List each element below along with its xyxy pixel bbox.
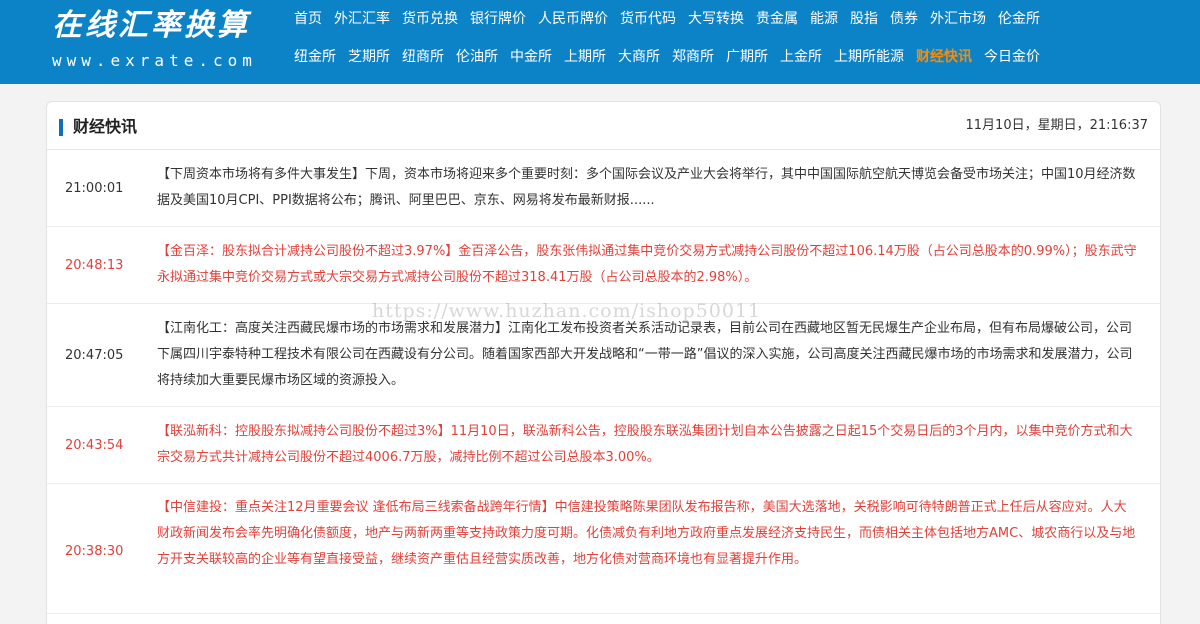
- nav-link[interactable]: 首页: [294, 8, 322, 30]
- logo-domain-text: www.exrate.com: [52, 51, 257, 70]
- nav-link[interactable]: 债券: [890, 8, 918, 30]
- nav-link[interactable]: 郑商所: [672, 46, 714, 68]
- news-item: 20:47:05 【江南化工：高度关注西藏民爆市场的市场需求和发展潜力】江南化工…: [47, 304, 1160, 407]
- news-time: 20:38:30: [65, 544, 124, 559]
- news-item: 20:43:54 【联泓新科：控股股东拟减持公司股份不超过3%】11月10日，联…: [47, 407, 1160, 484]
- panel-title: 财经快讯: [73, 117, 138, 136]
- nav-link[interactable]: 货币兑换: [402, 8, 458, 30]
- nav-link[interactable]: 中金所: [510, 46, 552, 68]
- news-item: 20:38:30 【中信建投：重点关注12月重要会议 逢低布局三线索备战跨年行情…: [47, 484, 1160, 614]
- news-text[interactable]: 【下周资本市场将有多件大事发生】下周，资本市场将迎来多个重要时刻：多个国际会议及…: [157, 162, 1139, 214]
- nav-link[interactable]: 大写转换: [688, 8, 744, 30]
- site-logo[interactable]: 在线汇率换算 www.exrate.com: [52, 6, 292, 72]
- nav-link[interactable]: 芝期所: [348, 46, 390, 68]
- news-time: 20:43:54: [65, 438, 124, 453]
- news-text[interactable]: 【金百泽：股东拟合计减持公司股份不超过3.97%】金百泽公告，股东张伟拟通过集中…: [157, 239, 1139, 291]
- news-time: 20:47:05: [65, 348, 124, 363]
- nav-link[interactable]: 货币代码: [620, 8, 676, 30]
- nav-link[interactable]: 今日金价: [984, 46, 1040, 68]
- nav-link[interactable]: 大商所: [618, 46, 660, 68]
- news-text[interactable]: 【中信建投：重点关注12月重要会议 逢低布局三线索备战跨年行情】中信建投策略陈果…: [157, 495, 1139, 573]
- nav-link[interactable]: 上金所: [780, 46, 822, 68]
- news-panel: 财经快讯 11月10日，星期日，21:16:37 21:00:01 【下周资本市…: [46, 101, 1161, 624]
- nav-link[interactable]: 广期所: [726, 46, 768, 68]
- nav-link[interactable]: 上期所: [564, 46, 606, 68]
- nav-link[interactable]: 伦油所: [456, 46, 498, 68]
- nav-link[interactable]: 上期所能源: [834, 46, 904, 68]
- nav-link[interactable]: 财经快讯: [916, 46, 972, 68]
- nav-link[interactable]: 纽商所: [402, 46, 444, 68]
- title-accent-bar: [59, 119, 63, 136]
- news-panel-header: 财经快讯 11月10日，星期日，21:16:37: [47, 102, 1160, 150]
- nav-link[interactable]: 银行牌价: [470, 8, 526, 30]
- news-item: 21:00:01 【下周资本市场将有多件大事发生】下周，资本市场将迎来多个重要时…: [47, 150, 1160, 227]
- nav-link[interactable]: 纽金所: [294, 46, 336, 68]
- main-nav-row-1: 首页 外汇汇率 货币兑换 银行牌价 人民币牌价 货币代码 大写转换 贵金属 能源 股指 债券 外汇市场…: [294, 8, 1040, 30]
- nav-link[interactable]: 外汇市场: [930, 8, 986, 30]
- nav-link[interactable]: 能源: [810, 8, 838, 30]
- logo-chinese-text: 在线汇率换算: [52, 8, 250, 43]
- nav-link[interactable]: 股指: [850, 8, 878, 30]
- nav-link[interactable]: 贵金属: [756, 8, 798, 30]
- main-nav-row-2: 纽金所 芝期所 纽商所 伦油所 中金所 上期所 大商所 郑商所 广期所 上金所 上期所能源 财经快讯今…: [294, 46, 1040, 68]
- site-header: 在线汇率换算 www.exrate.com 首页 外汇汇率 货币兑换 银行牌价 人民币牌…: [0, 0, 1200, 84]
- news-time: 21:00:01: [65, 181, 124, 196]
- news-text[interactable]: 【联泓新科：控股股东拟减持公司股份不超过3%】11月10日，联泓新科公告，控股股…: [157, 419, 1139, 471]
- nav-link[interactable]: 伦金所: [998, 8, 1040, 30]
- news-time: 20:48:13: [65, 258, 124, 273]
- nav-link[interactable]: 外汇汇率: [334, 8, 390, 30]
- current-datetime: 11月10日，星期日，21:16:37: [965, 118, 1148, 133]
- news-text[interactable]: 【江南化工：高度关注西藏民爆市场的市场需求和发展潜力】江南化工发布投资者关系活动…: [157, 316, 1139, 394]
- news-item: 20:48:13 【金百泽：股东拟合计减持公司股份不超过3.97%】金百泽公告，…: [47, 227, 1160, 304]
- nav-link[interactable]: 人民币牌价: [538, 8, 608, 30]
